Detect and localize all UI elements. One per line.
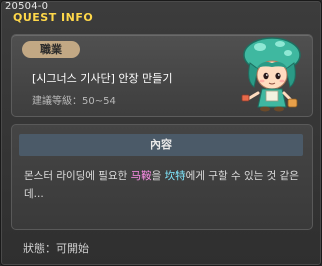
- quest-name: [시그너스 기사단] 안장 만들기: [32, 72, 173, 85]
- item-highlight: 马鞍: [130, 170, 152, 182]
- quest-description: 몬스터 라이딩에 필요한 马鞍을 坎特에게 구할 수 있는 것 같은데...: [24, 167, 300, 203]
- npc-highlight: 坎特: [164, 170, 186, 182]
- quest-summary-panel: 職業 [시그너스 기사단] 안장 만들기 建議等級：50~54: [11, 34, 313, 117]
- window-title: QUEST INFO: [13, 11, 94, 24]
- quest-status: 狀態：可開始: [23, 240, 89, 256]
- status-value: 可開始: [56, 242, 89, 255]
- quest-content-panel: 內容 몬스터 라이딩에 필요한 马鞍을 坎特에게 구할 수 있는 것 같은데..…: [11, 124, 313, 230]
- quest-info-window: 20504-0 QUEST INFO 職業 [시그너스 기사단] 안장 만들기 …: [0, 0, 322, 266]
- level-label: 建議等級：: [32, 96, 82, 107]
- desc-text-1: 몬스터 라이딩에 필요한: [24, 170, 131, 182]
- level-range: 50~54: [82, 96, 116, 107]
- mushroom-hat-npc-icon: [241, 37, 301, 112]
- content-header: 內容: [19, 134, 303, 156]
- category-badge: 職業: [22, 41, 80, 58]
- status-label: 狀態：: [23, 242, 56, 255]
- desc-text-2: 을: [151, 170, 165, 182]
- recommended-level: 建議等級：50~54: [32, 92, 116, 107]
